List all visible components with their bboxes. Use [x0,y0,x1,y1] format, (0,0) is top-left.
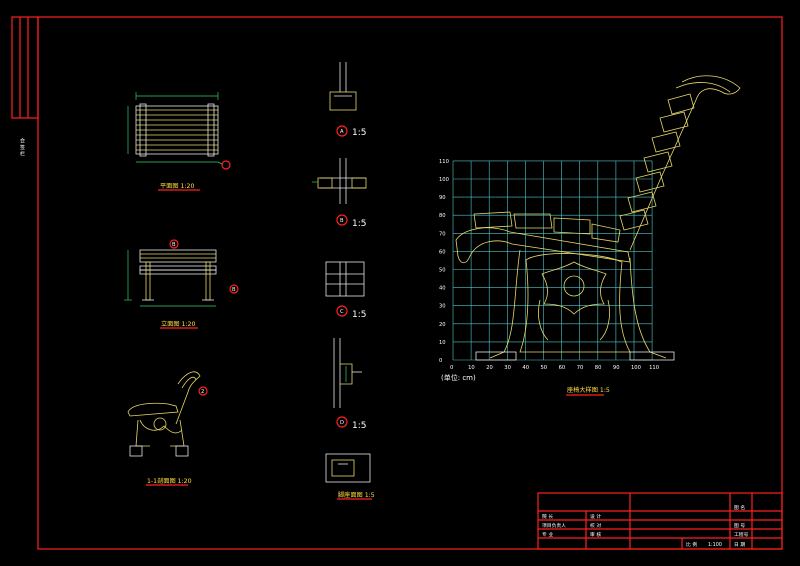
detail-c-scale: 1:5 [352,310,366,320]
grid-y-tick-label: 30 [439,304,446,310]
grid-x-tick-label: 100 [631,365,641,371]
grid-y-tick-label: 90 [439,195,446,201]
grid-y-tick-label: 40 [439,286,446,292]
grid-x-tick-label: 60 [559,365,566,371]
grid-x-tick-label: 80 [595,365,602,371]
tb-project-lead: 项目负责人 [542,522,566,529]
marker-2-section: 2 [201,389,204,395]
elevation-view-caption: 立面图 1:20 [161,320,195,328]
marker-d: D [340,420,344,426]
grid-x-tick-label: 110 [649,365,659,371]
grid-y-tick-label: 0 [439,358,442,364]
tb-project-number: 工程号 [734,531,749,538]
marker-b-elev: B [172,242,176,248]
tb-scale-label: 比 例 [686,541,697,548]
grid-y-tick-label: 100 [439,177,449,183]
detail-d-scale: 1:5 [352,421,366,431]
tb-drawing-number: 图 号 [734,523,745,529]
grid-x-tick-label: 90 [613,365,620,371]
grid-x-tick-label: 10 [468,365,475,371]
tb-discipline: 专 业 [542,531,553,538]
tb-date: 日 期 [734,542,745,548]
grid-y-tick-label: 20 [439,322,446,328]
grid-y-tick-label: 70 [439,231,446,237]
section-view-caption: 1-1剖面图 1:20 [147,477,192,485]
tb-check: 校 对 [590,522,601,529]
tb-drawing-name: 图 名 [734,504,745,511]
grid-unit-label: (单位: cm) [441,373,476,382]
grid-y-tick-label: 80 [439,213,446,219]
large-detail-caption: 座椅大样图 1:5 [567,386,610,394]
grid-y-tick-label: 10 [439,340,446,346]
tb-scale-value: 1:100 [708,542,722,548]
grid-x-tick-label: 40 [522,365,529,371]
marker-b-elev-2: B [232,287,236,293]
tb-director: 院 长 [542,513,553,520]
grid-x-tick-label: 0 [450,365,453,371]
grid-x-tick-label: 30 [504,365,511,371]
tb-design: 设 计 [590,513,601,520]
grid-x-tick-label: 20 [486,365,493,371]
cad-drawing-sheet: 会 签 栏 平面图 1:20 B B 立面图 1:20 2 1-1剖面图 1:2… [0,0,800,566]
grid-x-tick-label: 50 [541,365,548,371]
plan-view-caption: 平面图 1:20 [160,183,194,190]
detail-b-scale: 1:5 [352,219,366,229]
marker-a: A [340,129,344,135]
tb-review: 审 核 [590,531,601,538]
side-stamp-label: 会 签 栏 [19,137,25,157]
grid-y-tick-label: 110 [439,159,449,165]
canvas-background [0,0,800,566]
marker-b: B [340,218,344,224]
grid-y-tick-label: 60 [439,249,446,255]
detail-a-scale: 1:5 [352,128,366,138]
grid-y-tick-label: 50 [439,268,446,274]
foot-plan-caption: 脚座面图 1:5 [338,491,375,499]
marker-c: C [340,309,344,315]
grid-x-tick-label: 70 [577,365,584,371]
